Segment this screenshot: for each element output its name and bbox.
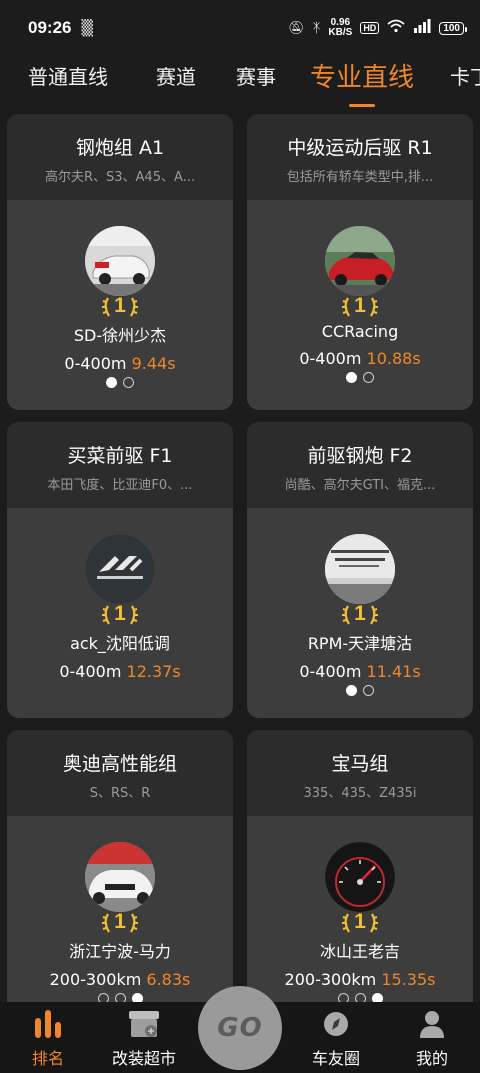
category-tabs: 普通直线 赛道 赛事 专业直线 卡丁 bbox=[0, 56, 480, 110]
driver-name: RPM-天津塘沽 bbox=[307, 634, 413, 653]
category-card[interactable]: 奥迪高性能组 S、RS、R 1 浙江宁波-马力 200-300km 6.83s bbox=[7, 730, 233, 1026]
card-title: 买菜前驱 F1 bbox=[67, 445, 173, 467]
page-dot bbox=[346, 685, 357, 696]
card-title: 中级运动后驱 R1 bbox=[287, 137, 433, 159]
page-dots bbox=[7, 377, 233, 388]
card-title: 前驱钢炮 F2 bbox=[307, 445, 413, 467]
record: 200-300km 6.83s bbox=[49, 970, 191, 989]
card-header: 宝马组 335、435、Z435i bbox=[247, 730, 473, 816]
driver-avatar[interactable] bbox=[85, 226, 155, 296]
rank-medal-icon: 1 bbox=[100, 294, 140, 318]
nav-profile[interactable]: 我的 bbox=[384, 1002, 480, 1073]
white-audi-car-photo-icon bbox=[85, 226, 155, 296]
card-title: 宝马组 bbox=[331, 753, 389, 775]
driver-name: SD-徐州少杰 bbox=[73, 326, 167, 345]
page-dot bbox=[346, 372, 357, 383]
page-dots bbox=[247, 372, 473, 383]
category-card[interactable]: 宝马组 335、435、Z435i 1 冰山王老吉 200-300km 15.3… bbox=[247, 730, 473, 1026]
driver-name: CCRacing bbox=[321, 322, 399, 341]
mute-bell-icon: 🔕︎ bbox=[288, 20, 305, 36]
red-car-photo-icon bbox=[325, 226, 395, 296]
card-header: 前驱钢炮 F2 尚酷、高尔夫GTI、福克... bbox=[247, 422, 473, 508]
category-card[interactable]: 前驱钢炮 F2 尚酷、高尔夫GTI、福克... 1 RPM-天津塘沽 0-400… bbox=[247, 422, 473, 718]
card-subtitle: 尚酷、高尔夫GTI、福克... bbox=[284, 478, 436, 493]
category-card[interactable]: 买菜前驱 F1 本田飞度、比亚迪F0、... 1 ack_沈阳低调 0-400m… bbox=[7, 422, 233, 718]
store-icon bbox=[127, 1007, 161, 1041]
card-header: 中级运动后驱 R1 包括所有轿车类型中,排... bbox=[247, 114, 473, 200]
rank-medal-icon: 1 bbox=[100, 602, 140, 626]
driver-avatar[interactable] bbox=[325, 842, 395, 912]
car-window-sticker-photo-icon bbox=[325, 534, 395, 604]
card-subtitle: 高尔夫R、S3、A45、A... bbox=[44, 170, 196, 185]
clock: 09:26 bbox=[28, 18, 72, 37]
page-dot bbox=[363, 372, 374, 383]
page-dots bbox=[247, 685, 473, 696]
record: 0-400m 9.44s bbox=[64, 354, 176, 373]
tab-karting[interactable]: 卡丁 bbox=[450, 61, 480, 110]
nav-community[interactable]: 车友圈 bbox=[288, 1002, 384, 1073]
card-subtitle: 335、435、Z435i bbox=[303, 786, 417, 801]
status-icons: 🔕︎ ᛡ 0.96 KB/S HD 100 bbox=[288, 17, 467, 38]
network-speed: 0.96 KB/S bbox=[328, 17, 353, 38]
speedometer-photo-icon bbox=[325, 842, 395, 912]
driver-avatar[interactable] bbox=[325, 226, 395, 296]
battery-icon: 100 bbox=[439, 21, 467, 35]
compass-icon bbox=[322, 1007, 350, 1041]
rank-medal-icon: 1 bbox=[340, 602, 380, 626]
driver-avatar[interactable] bbox=[325, 534, 395, 604]
page-dot bbox=[106, 377, 117, 388]
card-subtitle: 包括所有轿车类型中,排... bbox=[286, 170, 434, 185]
hd-icon: HD bbox=[360, 22, 380, 34]
bluetooth-icon: ᛡ bbox=[312, 20, 321, 36]
ack-performance-logo-icon bbox=[85, 534, 155, 604]
signal-icon bbox=[413, 19, 431, 37]
record: 0-400m 10.88s bbox=[299, 349, 421, 368]
rank-medal-icon: 1 bbox=[340, 910, 380, 934]
app-notification-icon: ▒ bbox=[81, 19, 94, 37]
page-dot bbox=[363, 685, 374, 696]
record: 0-400m 11.41s bbox=[299, 662, 421, 681]
category-card[interactable]: 钢炮组 A1 高尔夫R、S3、A45、A... 1 SD-徐州少杰 0-400m… bbox=[7, 114, 233, 410]
status-bar: 09:26 ▒ 🔕︎ ᛡ 0.96 KB/S HD 100 bbox=[0, 0, 480, 56]
tab-events[interactable]: 赛事 bbox=[236, 61, 276, 110]
driver-avatar[interactable] bbox=[85, 534, 155, 604]
person-icon bbox=[419, 1007, 445, 1041]
rank-medal-icon: 1 bbox=[100, 910, 140, 934]
record: 200-300km 15.35s bbox=[284, 970, 436, 989]
card-title: 钢炮组 A1 bbox=[75, 137, 165, 159]
ranking-bars-icon bbox=[33, 1007, 63, 1041]
card-title: 奥迪高性能组 bbox=[62, 753, 177, 775]
tab-pro-drag[interactable]: 专业直线 bbox=[310, 57, 414, 110]
rank-medal-icon: 1 bbox=[340, 294, 380, 318]
active-tab-indicator bbox=[349, 104, 375, 107]
tab-circuit[interactable]: 赛道 bbox=[156, 61, 196, 110]
page-dot bbox=[123, 377, 134, 388]
card-header: 奥迪高性能组 S、RS、R bbox=[7, 730, 233, 816]
record: 0-400m 12.37s bbox=[59, 662, 181, 681]
card-subtitle: 本田飞度、比亚迪F0、... bbox=[47, 478, 193, 493]
category-card[interactable]: 中级运动后驱 R1 包括所有轿车类型中,排... 1 CCRacing 0-40… bbox=[247, 114, 473, 410]
card-header: 买菜前驱 F1 本田飞度、比亚迪F0、... bbox=[7, 422, 233, 508]
driver-avatar[interactable] bbox=[85, 842, 155, 912]
tab-normal-drag[interactable]: 普通直线 bbox=[28, 61, 108, 110]
card-subtitle: S、RS、R bbox=[89, 786, 151, 801]
go-button[interactable]: GO bbox=[198, 986, 282, 1070]
nav-ranking[interactable]: 排名 bbox=[0, 1002, 96, 1073]
wifi-icon bbox=[387, 19, 405, 37]
driver-name: 冰山王老吉 bbox=[319, 942, 400, 961]
driver-name: ack_沈阳低调 bbox=[70, 634, 170, 653]
driver-name: 浙江宁波-马力 bbox=[69, 942, 171, 961]
nav-store[interactable]: 改装超市 bbox=[96, 1002, 192, 1073]
white-audi-rs-photo-icon bbox=[85, 842, 155, 912]
card-header: 钢炮组 A1 高尔夫R、S3、A45、A... bbox=[7, 114, 233, 200]
